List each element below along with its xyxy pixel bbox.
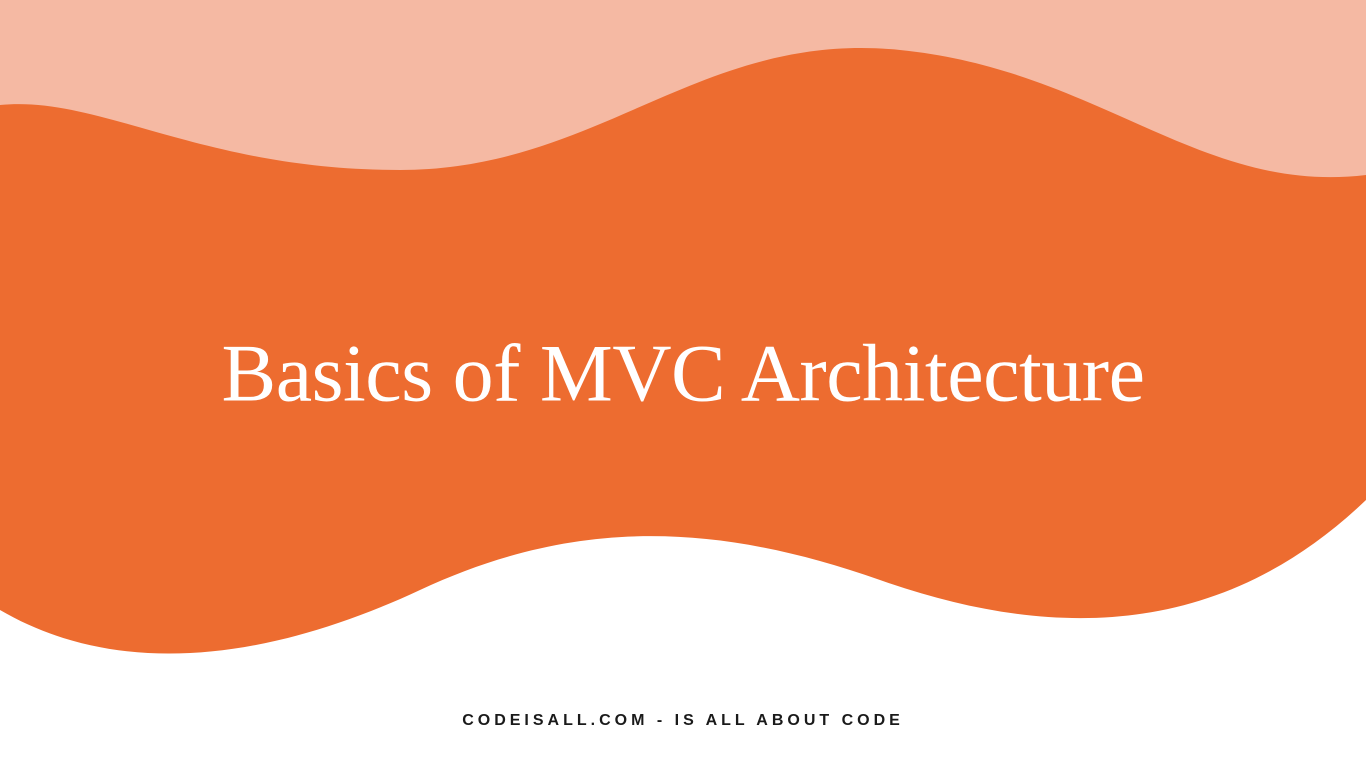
footer-text: CODEISALL.COM - IS ALL ABOUT CODE <box>462 712 904 730</box>
title-container: Basics of MVC Architecture <box>0 323 1366 426</box>
page-title: Basics of MVC Architecture <box>0 323 1366 426</box>
